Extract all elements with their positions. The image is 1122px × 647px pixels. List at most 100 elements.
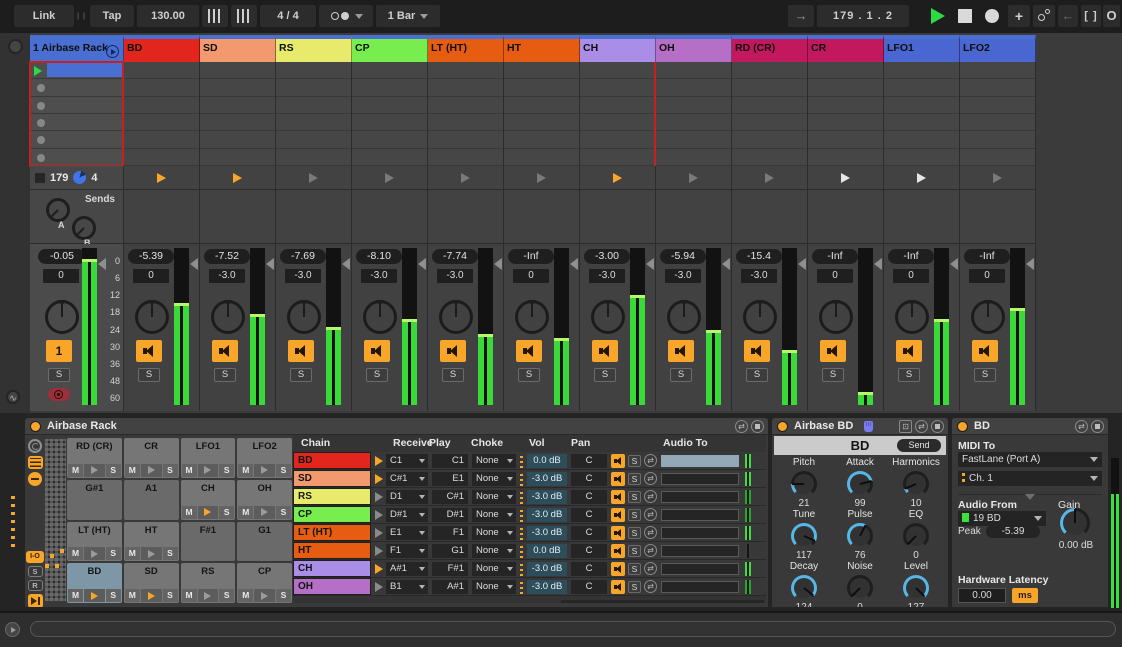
chain-name[interactable]: OH <box>293 578 371 595</box>
volume-readout[interactable]: -15.4 <box>736 249 782 264</box>
pan-knob[interactable] <box>211 300 245 334</box>
volume-readout[interactable]: -8.10 <box>356 249 402 264</box>
group-clip-slot[interactable] <box>30 62 123 79</box>
volume-readout[interactable]: -Inf <box>964 249 1010 264</box>
pan-readout[interactable]: -3.0 <box>361 269 397 283</box>
choke-menu[interactable]: None <box>472 454 516 468</box>
clip-slot[interactable] <box>656 131 731 148</box>
chain-volume-field[interactable]: -3.0 dB <box>527 472 567 486</box>
hot-swap-icon[interactable]: ⇄ <box>644 544 657 557</box>
choke-menu[interactable]: None <box>472 562 516 576</box>
volume-slider-handle[interactable] <box>874 258 882 270</box>
choke-menu[interactable]: None <box>472 490 516 504</box>
clip-slot[interactable] <box>124 114 199 131</box>
overdub-button[interactable]: + <box>1008 5 1030 27</box>
pad-solo-button[interactable]: S <box>219 464 234 477</box>
latency-unit-button[interactable]: ms <box>1012 588 1038 603</box>
device-knob[interactable] <box>847 523 873 549</box>
pad-overview-grid[interactable] <box>45 439 66 601</box>
pan-readout[interactable]: 0 <box>817 269 853 283</box>
volume-readout[interactable]: -3.00 <box>584 249 630 264</box>
clip-slot[interactable] <box>200 114 275 131</box>
solo-button[interactable]: S <box>442 368 464 382</box>
pan-knob[interactable] <box>971 300 1005 334</box>
device-knob[interactable] <box>791 523 817 549</box>
chain-name[interactable]: SD <box>293 470 371 487</box>
device-knob[interactable] <box>847 575 873 601</box>
volume-slider-handle[interactable] <box>646 258 654 270</box>
clip-slot[interactable] <box>30 97 123 114</box>
chain-activator-button[interactable] <box>611 580 625 594</box>
clip-launch-cell[interactable] <box>808 166 884 190</box>
clip-slot[interactable] <box>276 114 351 131</box>
chevron-down-icon[interactable] <box>355 14 363 19</box>
volume-readout[interactable]: -7.69 <box>280 249 326 264</box>
loop-icon[interactable]: O <box>1103 5 1120 27</box>
chain-play-icon[interactable] <box>375 510 383 520</box>
pan-readout[interactable]: -3.0 <box>209 269 245 283</box>
clip-slot[interactable] <box>124 79 199 96</box>
device-knob[interactable] <box>903 471 929 497</box>
save-preset-icon[interactable] <box>751 420 764 433</box>
clip-slot[interactable] <box>352 114 427 131</box>
play-note-field[interactable]: F#1 <box>432 562 468 576</box>
play-note-field[interactable]: G1 <box>432 544 468 558</box>
chain-list-view-icon[interactable] <box>28 456 43 469</box>
device-knob[interactable] <box>903 523 929 549</box>
drum-pad[interactable]: HT M S <box>124 522 179 562</box>
clip-launch-cell[interactable] <box>504 166 580 190</box>
peak-value[interactable]: -5.39 <box>986 525 1040 538</box>
choke-menu[interactable]: None <box>472 526 516 540</box>
chain-solo-button[interactable]: S <box>628 581 641 593</box>
pad-mute-button[interactable]: M <box>68 464 83 477</box>
receive-note-menu[interactable]: B1 <box>386 580 428 594</box>
play-note-field[interactable]: D#1 <box>432 508 468 522</box>
volume-slider-handle[interactable] <box>798 258 806 270</box>
solo-button[interactable]: S <box>594 368 616 382</box>
play-note-field[interactable]: C#1 <box>432 490 468 504</box>
chain-solo-button[interactable]: S <box>628 455 641 467</box>
pan-readout[interactable]: -3.0 <box>589 269 625 283</box>
device-activator-icon[interactable] <box>777 421 788 432</box>
pad-mute-button[interactable]: M <box>125 547 140 560</box>
clip-launch-cell[interactable] <box>124 166 200 190</box>
clip-launch-cell[interactable] <box>428 166 504 190</box>
drum-pad[interactable]: LFO1 M S <box>181 438 236 478</box>
chain-solo-button[interactable]: S <box>628 473 641 485</box>
clip-slot[interactable] <box>428 62 503 79</box>
volume-slider-handle[interactable] <box>950 258 958 270</box>
clip-slot[interactable] <box>504 62 579 79</box>
group-clip[interactable] <box>47 62 123 77</box>
pad-solo-button[interactable]: S <box>106 464 121 477</box>
volume-readout[interactable]: -5.94 <box>660 249 706 264</box>
clip-launch-icon[interactable] <box>613 173 622 183</box>
pan-readout[interactable]: 0 <box>43 269 79 283</box>
track-header[interactable]: LFO1 <box>884 35 960 62</box>
drum-pad[interactable]: BD M S <box>67 563 122 603</box>
volume-readout[interactable]: -5.39 <box>128 249 174 264</box>
chain-pan-field[interactable]: C <box>571 562 607 576</box>
clip-slot[interactable] <box>428 131 503 148</box>
track-activator-button[interactable] <box>136 340 162 362</box>
clip-slot[interactable] <box>960 149 1035 166</box>
pad-mute-button[interactable]: M <box>68 589 83 602</box>
clip-slot[interactable] <box>200 97 275 114</box>
clip-slot[interactable] <box>656 79 731 96</box>
punch-brackets-icon[interactable]: [ ] <box>1081 5 1101 27</box>
clip-stop-icon[interactable] <box>37 102 45 110</box>
solo-button[interactable]: S <box>670 368 692 382</box>
clip-launch-icon[interactable] <box>157 173 166 183</box>
play-note-field[interactable]: E1 <box>432 472 468 486</box>
pan-readout[interactable]: -3.0 <box>437 269 473 283</box>
clip-launch-cell[interactable] <box>352 166 428 190</box>
track-header[interactable]: OH <box>656 35 732 62</box>
pad-play-button[interactable] <box>198 506 219 519</box>
hot-swap-icon[interactable]: ⇄ <box>644 562 657 575</box>
clip-slot[interactable] <box>808 62 883 79</box>
clip-slot[interactable] <box>276 79 351 96</box>
arm-button[interactable] <box>48 388 70 401</box>
pad-mute-button[interactable]: M <box>238 506 253 519</box>
drum-pad[interactable]: RD (CR) M S <box>67 438 122 478</box>
pad-play-button[interactable] <box>141 547 162 560</box>
clip-launch-cell[interactable] <box>732 166 808 190</box>
